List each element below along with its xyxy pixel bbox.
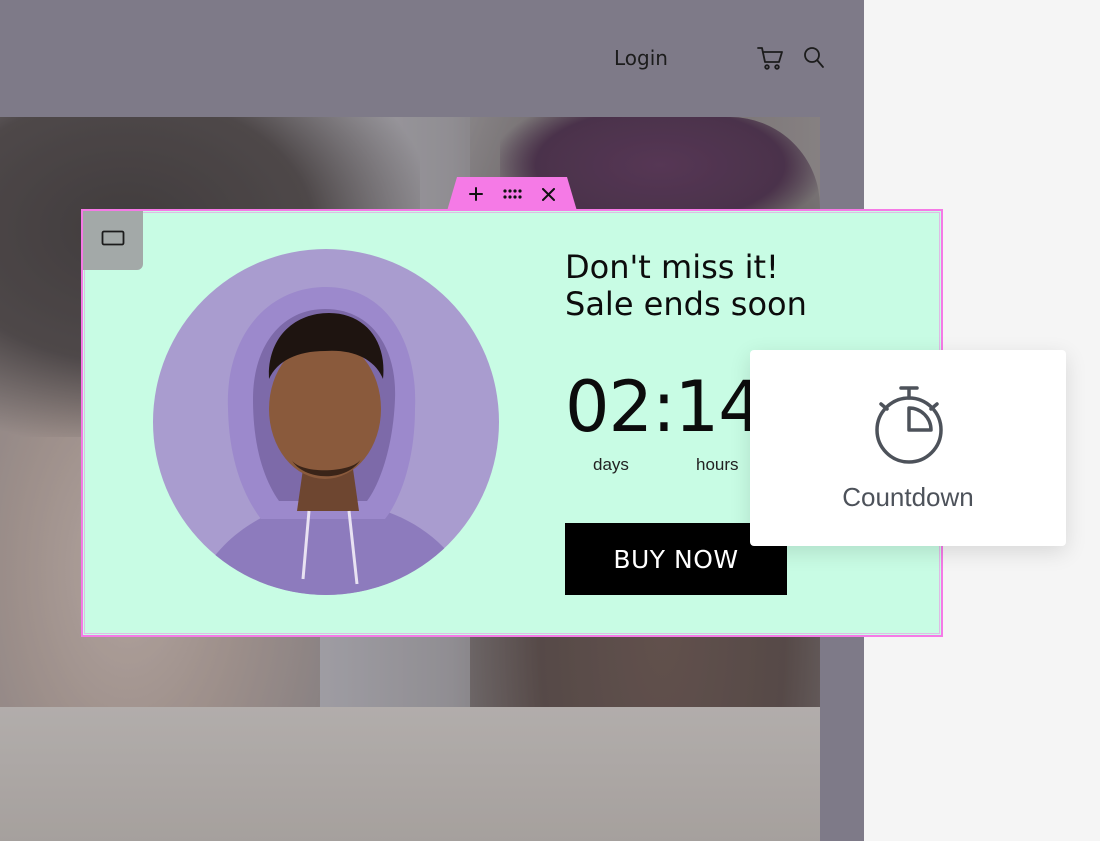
countdown-label-days: days	[593, 455, 629, 474]
stopwatch-icon	[871, 384, 947, 468]
headline-line-2: Sale ends soon	[565, 285, 807, 323]
countdown-label-hours: hours	[696, 455, 739, 474]
countdown-widget-card[interactable]: Countdown	[750, 350, 1066, 546]
close-icon[interactable]	[537, 183, 559, 205]
element-toolbar	[447, 177, 577, 211]
add-icon[interactable]	[465, 183, 487, 205]
countdown-timer: 02:14 days hours	[565, 366, 763, 474]
headline-line-1: Don't miss it!	[565, 248, 779, 286]
widget-label: Countdown	[842, 482, 974, 512]
drag-handle-icon[interactable]	[501, 183, 523, 205]
cart-icon[interactable]	[756, 44, 784, 72]
site-header: Login	[0, 0, 864, 117]
device-toggle[interactable]	[83, 211, 143, 270]
login-link[interactable]: Login	[614, 46, 668, 70]
search-icon[interactable]	[800, 44, 828, 72]
countdown-digits: 02:14	[565, 366, 763, 448]
model-photo	[153, 249, 499, 595]
desktop-icon	[101, 230, 125, 251]
popup-headline: Don't miss it! Sale ends soon	[565, 249, 807, 323]
